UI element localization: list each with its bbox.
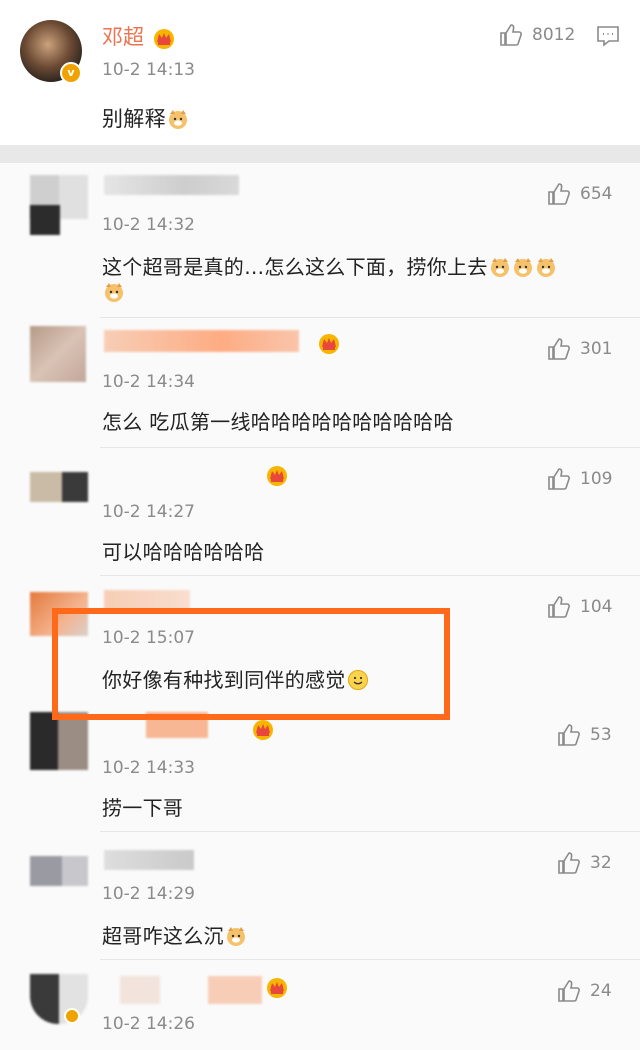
crown-icon bbox=[319, 334, 339, 354]
list-item: 10-2 14:34 怎么 吃瓜第一线哈哈哈哈哈哈哈哈哈哈 301 bbox=[0, 318, 640, 448]
list-item: 10-2 14:33 捞一下哥 53 bbox=[0, 704, 640, 832]
like-button[interactable]: 8012 bbox=[498, 22, 575, 48]
like-button[interactable]: 53 bbox=[556, 722, 612, 748]
top-comment: v 邓超 10-2 14:13 别解释 8012 bbox=[0, 0, 640, 145]
comment-text: 怎么 吃瓜第一线哈哈哈哈哈哈哈哈哈哈 bbox=[102, 410, 454, 434]
author-name-blurred bbox=[104, 330, 299, 352]
list-item: 10-2 14:27 可以哈哈哈哈哈哈 109 bbox=[0, 448, 640, 576]
avatar[interactable] bbox=[30, 472, 88, 502]
crown-icon bbox=[267, 466, 287, 486]
dog-emoji-icon bbox=[168, 110, 187, 129]
comment-time: 10-2 14:33 bbox=[102, 758, 195, 778]
like-count: 104 bbox=[580, 597, 613, 617]
verified-badge: v bbox=[60, 62, 82, 84]
list-item: 10-2 14:29 超哥咋这么沉 32 bbox=[0, 832, 640, 960]
comment-author[interactable]: 邓超 bbox=[102, 21, 177, 51]
dog-emoji-icon bbox=[490, 258, 509, 277]
like-count: 654 bbox=[580, 184, 613, 204]
like-button[interactable]: 301 bbox=[546, 336, 612, 362]
author-name-blurred bbox=[208, 976, 262, 1004]
avatar[interactable] bbox=[30, 856, 88, 886]
comment-text: 捞一下哥 bbox=[102, 796, 184, 820]
comment-time: 10-2 14:29 bbox=[102, 884, 195, 904]
like-button[interactable]: 104 bbox=[546, 594, 612, 620]
comment-icon[interactable] bbox=[596, 24, 620, 48]
like-button[interactable]: 24 bbox=[556, 978, 612, 1004]
list-item: 10-2 14:26 24 bbox=[0, 960, 640, 1050]
crown-icon bbox=[253, 720, 273, 740]
thumbs-up-icon bbox=[500, 24, 522, 46]
comment-text: 别解释 bbox=[102, 103, 189, 133]
like-count: 301 bbox=[580, 339, 613, 359]
thumbs-up-icon bbox=[548, 468, 570, 490]
comment-text-body: 超哥咋这么沉 bbox=[102, 924, 224, 948]
thumbs-up-icon bbox=[558, 724, 580, 746]
thumbs-up-icon bbox=[548, 596, 570, 618]
comment-text-body: 这个超哥是真的…怎么这么下面，捞你上去 bbox=[102, 255, 488, 279]
like-button[interactable]: 32 bbox=[556, 850, 612, 876]
dog-emoji-icon bbox=[226, 927, 245, 946]
comment-text-body: 别解释 bbox=[102, 107, 166, 131]
author-name-blurred bbox=[120, 976, 160, 1004]
avatar[interactable] bbox=[30, 712, 88, 770]
comment-time: 10-2 14:27 bbox=[102, 502, 195, 522]
avatar[interactable] bbox=[30, 326, 86, 382]
section-separator bbox=[0, 145, 640, 163]
comment-time: 10-2 14:13 bbox=[102, 60, 195, 80]
thumbs-up-icon bbox=[548, 183, 570, 205]
like-button[interactable]: 109 bbox=[546, 466, 612, 492]
crown-icon bbox=[267, 978, 287, 998]
comment-time: 10-2 14:34 bbox=[102, 372, 195, 392]
comment-text: 这个超哥是真的…怎么这么下面，捞你上去 bbox=[102, 251, 557, 280]
dog-emoji-icon bbox=[105, 283, 123, 302]
author-name-blurred bbox=[104, 850, 194, 870]
highlight-box bbox=[52, 608, 450, 720]
dog-emoji-icon bbox=[536, 258, 555, 277]
like-button[interactable]: 654 bbox=[546, 181, 612, 207]
like-count: 8012 bbox=[532, 25, 576, 45]
crown-icon bbox=[153, 29, 174, 49]
comment-text: 超哥咋这么沉 bbox=[102, 920, 247, 949]
thumbs-up-icon bbox=[548, 338, 570, 360]
thumbs-up-icon bbox=[558, 852, 580, 874]
dog-emoji-icon bbox=[513, 258, 532, 277]
author-name[interactable]: 邓超 bbox=[102, 25, 144, 49]
verified-badge bbox=[64, 1008, 80, 1024]
like-count: 24 bbox=[590, 981, 612, 1001]
comment-text: 可以哈哈哈哈哈哈 bbox=[102, 540, 265, 564]
list-item: 10-2 14:32 这个超哥是真的…怎么这么下面，捞你上去 654 bbox=[0, 163, 640, 318]
author-name-blurred bbox=[104, 175, 239, 195]
like-count: 32 bbox=[590, 853, 612, 873]
comment-time: 10-2 14:26 bbox=[102, 1014, 195, 1034]
comment-time: 10-2 14:32 bbox=[102, 215, 195, 235]
like-count: 53 bbox=[590, 725, 612, 745]
like-count: 109 bbox=[580, 469, 613, 489]
thumbs-up-icon bbox=[558, 980, 580, 1002]
avatar-mosaic bbox=[30, 205, 60, 235]
